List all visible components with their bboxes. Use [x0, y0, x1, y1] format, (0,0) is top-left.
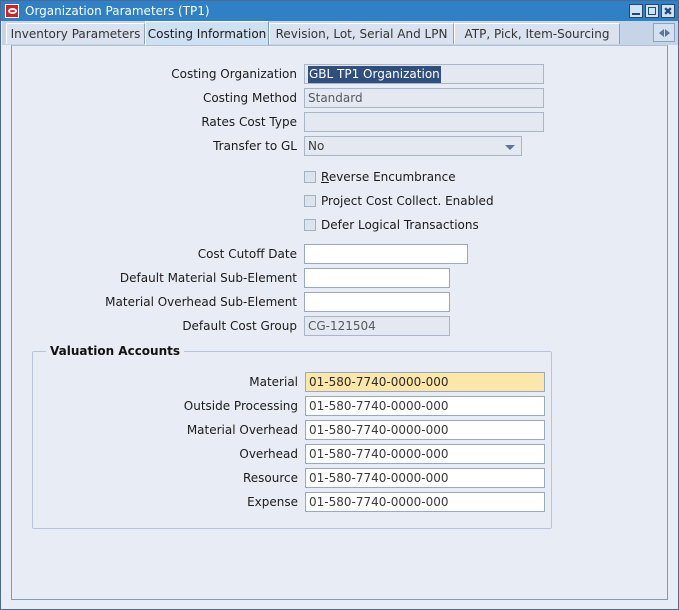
checkbox-label-text: everse Encumbrance	[328, 170, 456, 184]
label-overhead: Overhead	[239, 447, 298, 461]
input-cost-cutoff-date[interactable]	[304, 244, 468, 264]
tab-scroll-button[interactable]	[653, 23, 675, 42]
input-expense[interactable]: 01-580-7740-0000-000	[305, 492, 545, 512]
label-default-material-sub-element: Default Material Sub-Element	[119, 271, 297, 285]
label-default-cost-group: Default Cost Group	[182, 319, 297, 333]
checkbox-row-reverse-encumbrance[interactable]: Reverse Encumbrance	[304, 168, 456, 186]
triangle-right-icon	[664, 28, 670, 37]
input-outside-processing[interactable]: 01-580-7740-0000-000	[305, 396, 545, 416]
triangle-left-icon	[658, 28, 664, 37]
input-overhead[interactable]: 01-580-7740-0000-000	[305, 444, 545, 464]
select-transfer-to-gl[interactable]: No	[304, 136, 522, 156]
window-title: Organization Parameters (TP1)	[25, 4, 210, 18]
title-bar[interactable]: Organization Parameters (TP1) ✖	[1, 1, 678, 21]
label-transfer-to-gl: Transfer to GL	[213, 139, 297, 153]
checkbox-defer-logical-transactions[interactable]	[304, 219, 316, 231]
label-resource: Resource	[242, 471, 298, 485]
label-costing-organization: Costing Organization	[171, 67, 297, 81]
checkbox-label: Reverse Encumbrance	[321, 170, 456, 184]
input-rates-cost-type[interactable]	[304, 112, 544, 132]
checkbox-label: Project Cost Collect. Enabled	[321, 194, 494, 208]
label-material-overhead-sub-element: Material Overhead Sub-Element	[105, 295, 297, 309]
checkbox-project-cost-collect-enabled[interactable]	[304, 195, 316, 207]
minimize-button[interactable]	[629, 4, 643, 18]
label-outside-processing: Outside Processing	[183, 399, 298, 413]
minimize-icon	[632, 12, 640, 15]
label-rates-cost-type: Rates Cost Type	[201, 115, 297, 129]
input-material-overhead-sub-element[interactable]	[304, 292, 450, 312]
checkbox-label: Defer Logical Transactions	[321, 218, 479, 232]
input-value: GBL TP1 Organization	[308, 66, 441, 83]
oracle-logo-icon[interactable]	[5, 4, 19, 18]
input-material[interactable]: 01-580-7740-0000-000	[305, 372, 545, 392]
tab-atp-pick-item-sourcing[interactable]: ATP, Pick, Item-Sourcing	[454, 23, 620, 44]
organization-parameters-window: Organization Parameters (TP1) ✖ Inventor…	[0, 0, 679, 610]
tab-bar: Inventory Parameters Costing Information…	[2, 21, 678, 45]
tab-inventory-parameters[interactable]: Inventory Parameters	[6, 23, 145, 44]
maximize-icon	[648, 7, 656, 15]
tab-label: Revision, Lot, Serial And LPN	[275, 27, 448, 41]
checkbox-reverse-encumbrance[interactable]	[304, 171, 316, 183]
label-material-overhead: Material Overhead	[186, 423, 298, 437]
label-costing-method: Costing Method	[202, 91, 297, 105]
valuation-accounts-title: Valuation Accounts	[46, 344, 185, 358]
tab-label: Inventory Parameters	[10, 27, 141, 41]
input-material-overhead[interactable]: 01-580-7740-0000-000	[305, 420, 545, 440]
close-icon: ✖	[663, 4, 673, 18]
costing-information-panel: Costing Organization GBL TP1 Organizatio…	[11, 45, 668, 600]
checkbox-row-project-cost-collect-enabled[interactable]: Project Cost Collect. Enabled	[304, 192, 494, 210]
tab-revision-lot-serial-and-lpn[interactable]: Revision, Lot, Serial And LPN	[269, 23, 454, 44]
tab-costing-information[interactable]: Costing Information	[145, 21, 269, 45]
input-costing-method[interactable]: Standard	[304, 88, 544, 108]
input-default-cost-group[interactable]: CG-121504	[304, 316, 450, 336]
window-buttons: ✖	[629, 4, 675, 18]
select-value: No	[308, 139, 325, 153]
input-resource[interactable]: 01-580-7740-0000-000	[305, 468, 545, 488]
tab-label: ATP, Pick, Item-Sourcing	[464, 27, 610, 41]
label-material: Material	[249, 375, 298, 389]
checkbox-row-defer-logical-transactions[interactable]: Defer Logical Transactions	[304, 216, 479, 234]
chevron-down-icon	[505, 145, 515, 150]
label-expense: Expense	[247, 495, 298, 509]
label-cost-cutoff-date: Cost Cutoff Date	[197, 247, 297, 261]
maximize-button[interactable]	[645, 4, 659, 18]
valuation-accounts-group: Valuation Accounts Material 01-580-7740-…	[32, 344, 552, 529]
input-default-material-sub-element[interactable]	[304, 268, 450, 288]
close-button[interactable]: ✖	[661, 4, 675, 18]
tab-label: Costing Information	[147, 26, 267, 41]
input-costing-organization[interactable]: GBL TP1 Organization	[304, 64, 544, 84]
